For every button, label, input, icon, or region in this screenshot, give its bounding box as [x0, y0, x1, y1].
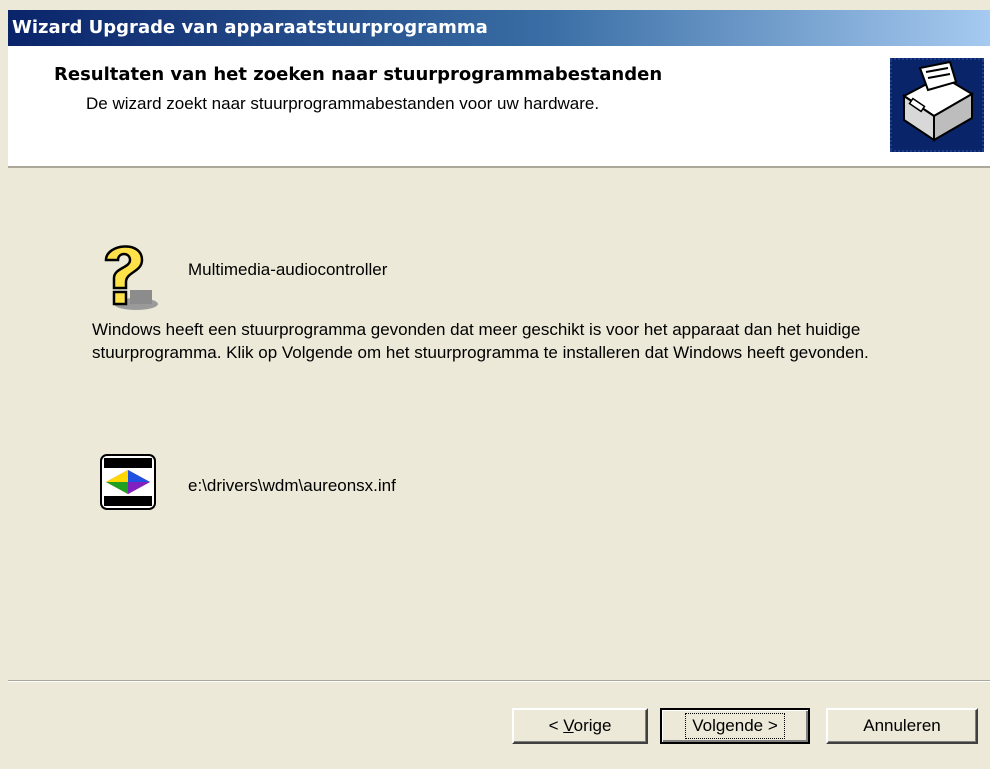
- page-title: Resultaten van het zoeken naar stuurprog…: [54, 64, 663, 85]
- back-button-mnemonic: V: [563, 716, 574, 735]
- wizard-window: Wizard Upgrade van apparaatstuurprogramm…: [0, 0, 990, 769]
- wizard-content: Multimedia-audiocontroller Windows heeft…: [8, 168, 990, 678]
- page-subtitle: De wizard zoekt naar stuurprogrammabesta…: [86, 94, 600, 113]
- next-button[interactable]: Volgende >: [660, 708, 810, 744]
- back-button-rest: orige: [573, 716, 612, 735]
- next-button-label: Volgende >: [685, 713, 785, 739]
- back-button[interactable]: < Vorige: [512, 708, 648, 744]
- unknown-device-question-icon: [92, 238, 164, 314]
- title-bar[interactable]: Wizard Upgrade van apparaatstuurprogramm…: [8, 10, 990, 46]
- back-button-prefix: <: [548, 716, 564, 735]
- hardware-wizard-icon: [888, 56, 986, 154]
- button-separator: [8, 680, 990, 682]
- device-name: Multimedia-audiocontroller: [188, 260, 388, 279]
- result-message: Windows heeft een stuurprogramma gevonde…: [92, 320, 869, 362]
- terratec-driver-icon: [100, 454, 156, 510]
- driver-file-path: e:\drivers\wdm\aureonsx.inf: [188, 476, 396, 495]
- cancel-button[interactable]: Annuleren: [826, 708, 978, 744]
- window-title: Wizard Upgrade van apparaatstuurprogramm…: [12, 17, 488, 38]
- wizard-header: Resultaten van het zoeken naar stuurprog…: [8, 46, 990, 168]
